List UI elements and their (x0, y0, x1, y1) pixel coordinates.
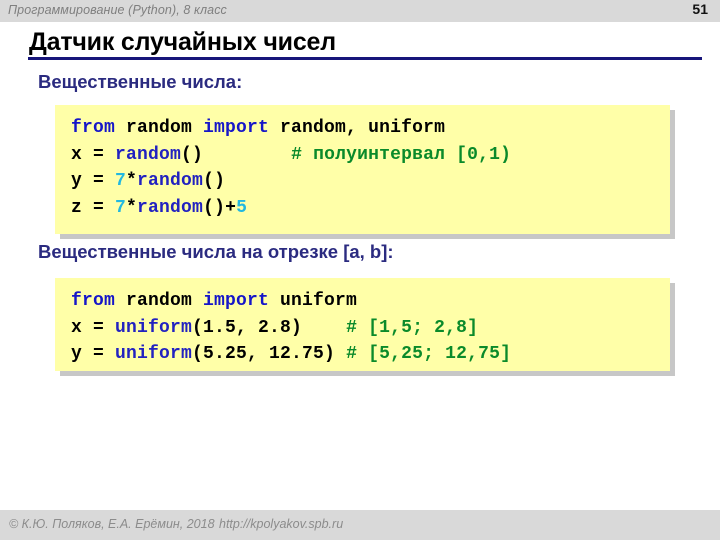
assignment-z: z = (71, 197, 116, 218)
page-title: Датчик случайных чисел (29, 28, 336, 56)
keyword-import: import (203, 118, 270, 138)
module-name: random (115, 291, 204, 311)
number-literal: 7 (115, 197, 127, 218)
code-line: from random import uniform (71, 288, 670, 315)
module-name: random (115, 118, 204, 138)
call-parens: () (203, 171, 226, 191)
operator-multiply: * (126, 197, 138, 218)
code-line: x = uniform(1.5, 2.8) # [1,5; 2,8] (71, 315, 670, 342)
function-random: random (137, 171, 204, 191)
code-line: y = uniform(5.25, 12.75) # [5,25; 12,75] (71, 341, 670, 368)
footer-url[interactable]: http://kpolyakov.spb.ru (219, 517, 343, 531)
code-block-uniform: from random import uniform x = uniform(1… (55, 278, 670, 371)
call-arguments: (1.5, 2.8) (192, 317, 303, 338)
code-line: y = 7*random() (71, 168, 670, 195)
title-underline-rule (28, 57, 702, 60)
function-random: random (137, 197, 204, 218)
function-uniform: uniform (115, 317, 193, 338)
page-number: 51 (692, 1, 708, 17)
section-subtitle-real-numbers: Вещественные числа: (38, 71, 243, 92)
call-arguments: (5.25, 12.75) (192, 344, 336, 364)
code-line: x = random() # полуинтервал [0,1) (71, 142, 670, 169)
operator-multiply: * (126, 171, 138, 191)
number-literal: 5 (236, 197, 248, 218)
code-padding (203, 145, 291, 165)
import-names: random, uniform (269, 118, 446, 138)
number-literal: 7 (115, 171, 127, 191)
import-names: uniform (269, 291, 358, 311)
assignment-y: y = (71, 171, 116, 191)
code-comment: # [5,25; 12,75] (346, 344, 512, 364)
slide-footer-bar: © К.Ю. Поляков, Е.А. Ерёмин, 2018 http:/… (0, 510, 720, 540)
function-random: random (115, 144, 182, 165)
assignment-x: x = (71, 317, 116, 338)
code-line: z = 7*random()+5 (71, 195, 670, 222)
code-padding (302, 318, 346, 338)
function-uniform: uniform (115, 344, 193, 364)
call-parens-plus: ()+ (203, 197, 237, 218)
keyword-from: from (71, 291, 116, 311)
call-parens: () (181, 144, 204, 165)
code-padding (335, 344, 346, 364)
code-comment: # полуинтервал [0,1) (291, 144, 512, 165)
slide-header-bar: Программирование (Python), 8 класс 51 (0, 0, 720, 22)
assignment-x: x = (71, 144, 116, 165)
keyword-import: import (203, 291, 270, 311)
assignment-y: y = (71, 344, 116, 364)
code-block-random: from random import random, uniform x = r… (55, 105, 670, 234)
code-line: from random import random, uniform (71, 115, 670, 142)
code-comment: # [1,5; 2,8] (346, 317, 479, 338)
course-label: Программирование (Python), 8 класс (8, 3, 227, 17)
section-subtitle-interval: Вещественные числа на отрезке [a, b]: (38, 241, 394, 262)
keyword-from: from (71, 118, 116, 138)
footer-copyright: © К.Ю. Поляков, Е.А. Ерёмин, 2018 (9, 517, 215, 531)
